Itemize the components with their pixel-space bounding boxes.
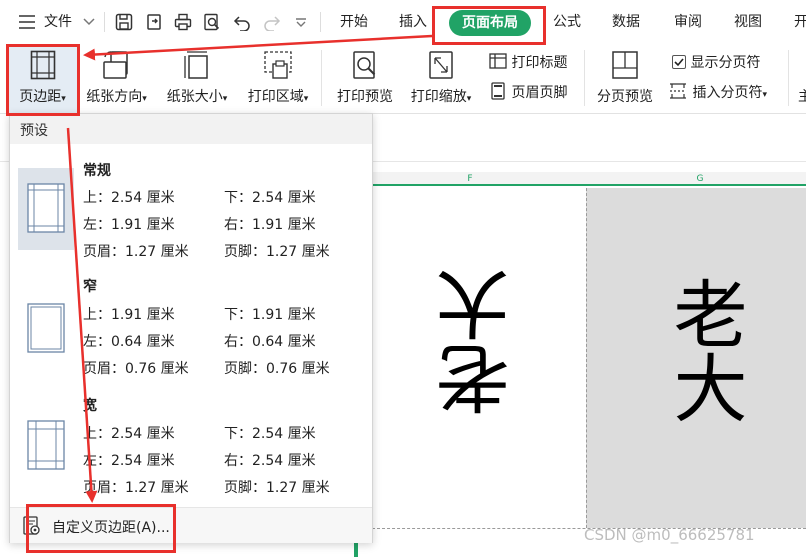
ribbon-separator bbox=[788, 50, 789, 106]
print-scale-button[interactable]: 打印缩放▾ bbox=[404, 44, 478, 114]
preset-footer: 页脚：1.27 厘米 bbox=[224, 244, 330, 260]
ribbon-separator bbox=[321, 50, 322, 106]
print-scale-dropdown-arrow: ▾ bbox=[466, 94, 472, 104]
margin-thumbnail-narrow bbox=[18, 288, 74, 370]
print-area-dropdown-arrow: ▾ bbox=[303, 94, 309, 104]
menu-bar: 文件 开始 插入 页面布局 公式 数据 审阅 视图 开 bbox=[0, 0, 806, 44]
print-area-button[interactable]: 打印区域▾ bbox=[241, 44, 315, 114]
header-footer-icon bbox=[491, 82, 505, 100]
file-menu[interactable]: 文件 bbox=[44, 0, 72, 44]
preset-header: 页眉：0.76 厘米 bbox=[83, 361, 189, 377]
orientation-icon bbox=[101, 50, 133, 84]
hamburger-icon[interactable] bbox=[18, 13, 36, 31]
margins-dropdown: 预设 常规 上：2.54 厘米 下：2.54 厘米 左：1.91 厘米 右：1.… bbox=[9, 113, 373, 543]
paper-size-label: 纸张大小 bbox=[166, 89, 223, 105]
print-page-2[interactable]: 老大 bbox=[586, 188, 806, 528]
insert-page-break-dropdown-arrow: ▾ bbox=[762, 90, 767, 100]
paper-size-icon bbox=[183, 50, 211, 84]
preset-header: 页眉：1.27 厘米 bbox=[83, 480, 189, 496]
chevron-down-icon[interactable] bbox=[82, 15, 96, 29]
header-footer-label: 页眉页脚 bbox=[511, 85, 568, 101]
print-preview-icon[interactable] bbox=[202, 12, 222, 32]
preset-bottom: 下：2.54 厘米 bbox=[224, 426, 316, 442]
paper-size-dropdown-arrow: ▾ bbox=[222, 94, 228, 104]
presets-header: 预设 bbox=[10, 114, 372, 144]
page-1-text: 老大 bbox=[436, 268, 522, 416]
orientation-button[interactable]: 纸张方向▾ bbox=[80, 44, 153, 114]
print-scale-label: 打印缩放 bbox=[410, 89, 467, 105]
ribbon-separator bbox=[584, 50, 585, 106]
print-titles-button[interactable]: 打印标题 bbox=[489, 52, 581, 74]
column-header-f[interactable]: F bbox=[420, 172, 520, 186]
print-area-icon bbox=[263, 50, 293, 84]
print-scale-icon bbox=[427, 50, 455, 84]
save-icon[interactable] bbox=[114, 12, 134, 32]
orientation-label: 纸张方向 bbox=[86, 89, 143, 105]
ribbon: 页边距▾ 纸张方向▾ 纸张大小▾ 打印区域▾ 打印预览 打印缩放▾ 打印标题 页… bbox=[0, 44, 806, 114]
preset-name: 常规 bbox=[83, 163, 111, 179]
preset-left: 左：1.91 厘米 bbox=[83, 217, 175, 233]
undo-icon[interactable] bbox=[232, 12, 252, 32]
print-icon[interactable] bbox=[173, 12, 193, 32]
page-2-text: 老大 bbox=[661, 276, 747, 424]
tab-view[interactable]: 视图 bbox=[734, 0, 762, 44]
page-break-preview-icon bbox=[611, 50, 639, 84]
margin-thumbnail-normal bbox=[18, 168, 74, 250]
print-titles-label: 打印标题 bbox=[511, 55, 568, 71]
annotation-box-custom bbox=[26, 504, 176, 553]
preset-bottom: 下：2.54 厘米 bbox=[224, 190, 316, 206]
margin-thumbnail-wide bbox=[18, 405, 74, 487]
insert-page-break-button[interactable]: 插入分页符▾ bbox=[668, 82, 782, 104]
preset-left: 左：2.54 厘米 bbox=[83, 453, 175, 469]
preset-normal[interactable]: 常规 上：2.54 厘米 下：2.54 厘米 左：1.91 厘米 右：1.91 … bbox=[10, 156, 372, 274]
tab-review[interactable]: 审阅 bbox=[674, 0, 702, 44]
tab-insert[interactable]: 插入 bbox=[399, 0, 427, 44]
tab-home[interactable]: 开始 bbox=[340, 0, 368, 44]
page-break-preview-label: 分页预览 bbox=[597, 89, 653, 105]
tab-truncated[interactable]: 开 bbox=[794, 0, 806, 44]
export-icon[interactable] bbox=[144, 12, 164, 32]
preset-name: 窄 bbox=[83, 279, 97, 295]
preset-top: 上：2.54 厘米 bbox=[83, 190, 175, 206]
annotation-box-layout-tab bbox=[432, 6, 546, 45]
presets-header-label: 预设 bbox=[20, 123, 48, 139]
preset-wide[interactable]: 宽 上：2.54 厘米 下：2.54 厘米 左：2.54 厘米 右：2.54 厘… bbox=[10, 393, 372, 511]
preset-right: 右：1.91 厘米 bbox=[224, 217, 316, 233]
show-page-breaks-checkbox[interactable]: 显示分页符 bbox=[672, 52, 782, 74]
tab-formulas[interactable]: 公式 bbox=[553, 0, 581, 44]
print-preview-button[interactable]: 打印预览 bbox=[332, 44, 398, 114]
redo-icon[interactable] bbox=[262, 12, 282, 32]
print-area-label: 打印区域 bbox=[247, 89, 304, 105]
preset-name: 宽 bbox=[83, 398, 97, 414]
print-preview-ribbon-icon bbox=[351, 50, 379, 84]
preset-top: 上：2.54 厘米 bbox=[83, 426, 175, 442]
show-page-breaks-label: 显示分页符 bbox=[690, 55, 761, 71]
preset-right: 右：0.64 厘米 bbox=[224, 334, 316, 350]
preset-narrow[interactable]: 窄 上：1.91 厘米 下：1.91 厘米 左：0.64 厘米 右：0.64 厘… bbox=[10, 274, 372, 392]
preset-footer: 页脚：0.76 厘米 bbox=[224, 361, 330, 377]
page-break-preview-button[interactable]: 分页预览 bbox=[592, 44, 658, 114]
print-titles-icon bbox=[489, 53, 507, 69]
preset-bottom: 下：1.91 厘米 bbox=[224, 307, 316, 323]
column-headers: F G bbox=[360, 172, 806, 186]
orientation-dropdown-arrow: ▾ bbox=[142, 94, 147, 104]
watermark: CSDN @m0_66625781 bbox=[584, 526, 755, 544]
customize-toolbar-icon[interactable] bbox=[294, 14, 308, 30]
insert-page-break-icon bbox=[670, 83, 686, 99]
preset-footer: 页脚：1.27 厘米 bbox=[224, 480, 330, 496]
print-preview-label: 打印预览 bbox=[337, 89, 393, 105]
checkbox-checked-icon bbox=[672, 55, 686, 69]
preset-top: 上：1.91 厘米 bbox=[83, 307, 175, 323]
header-footer-button[interactable]: 页眉页脚 bbox=[489, 82, 581, 104]
preset-header: 页眉：1.27 厘米 bbox=[83, 244, 189, 260]
print-page-1[interactable]: 老大 bbox=[372, 188, 586, 528]
insert-page-break-label: 插入分页符 bbox=[692, 85, 763, 101]
preset-left: 左：0.64 厘米 bbox=[83, 334, 175, 350]
paper-size-button[interactable]: 纸张大小▾ bbox=[160, 44, 234, 114]
tab-data[interactable]: 数据 bbox=[612, 0, 640, 44]
annotation-box-margins bbox=[6, 44, 80, 116]
ribbon-truncated-item[interactable]: 主 bbox=[798, 86, 806, 108]
column-header-g[interactable]: G bbox=[650, 172, 750, 186]
preset-right: 右：2.54 厘米 bbox=[224, 453, 316, 469]
